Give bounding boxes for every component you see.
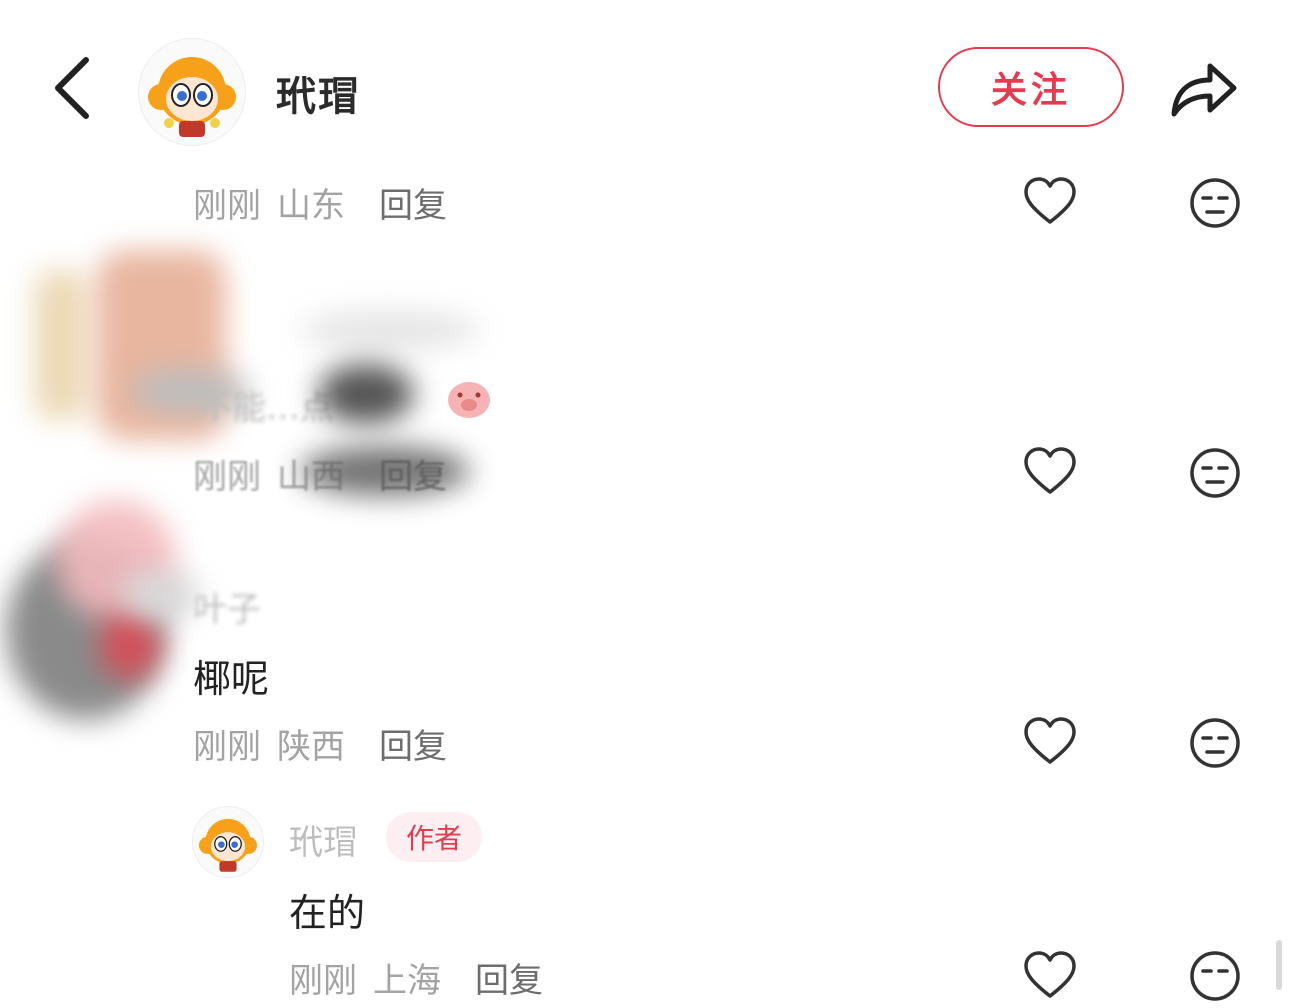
comment-time: 刚刚 bbox=[193, 186, 261, 226]
heart-icon bbox=[1024, 447, 1076, 494]
reply-time: 刚刚 bbox=[289, 961, 357, 1001]
reply-avatar[interactable] bbox=[192, 806, 264, 878]
scrollbar[interactable] bbox=[1276, 940, 1282, 990]
comment-meta: 刚刚 山东 回复 bbox=[193, 178, 447, 227]
dislike-face-icon bbox=[1190, 951, 1240, 1001]
heart-icon bbox=[1024, 951, 1076, 998]
reply-button[interactable]: 回复 bbox=[379, 719, 447, 768]
back-icon bbox=[55, 57, 89, 119]
share-button[interactable] bbox=[1166, 54, 1240, 122]
author-name[interactable]: 玳瑁 bbox=[276, 64, 360, 122]
comment-text: 椰呢 bbox=[193, 657, 270, 701]
pig-emoji-icon bbox=[446, 378, 492, 420]
dislike-button[interactable] bbox=[1187, 175, 1243, 231]
dislike-button[interactable] bbox=[1187, 715, 1243, 771]
redacted-name-blur bbox=[120, 570, 200, 620]
redacted-text-blur bbox=[300, 446, 470, 496]
dislike-face-icon bbox=[1190, 448, 1240, 498]
dislike-button[interactable] bbox=[1187, 948, 1243, 1004]
redacted-avatar-blur bbox=[34, 270, 88, 420]
author-avatar[interactable] bbox=[138, 38, 246, 146]
avatar-cartoon-icon bbox=[148, 57, 236, 137]
reply-button[interactable]: 回复 bbox=[475, 953, 543, 1002]
heart-icon bbox=[1024, 717, 1076, 764]
dislike-button[interactable] bbox=[1187, 445, 1243, 501]
back-button[interactable] bbox=[44, 52, 104, 124]
reply-text: 在的 bbox=[289, 891, 366, 935]
like-button[interactable] bbox=[1022, 714, 1078, 770]
redacted-text-blur bbox=[318, 364, 414, 424]
author-badge: 作者 bbox=[386, 812, 482, 862]
comment-location: 陕西 bbox=[277, 727, 345, 767]
like-button[interactable] bbox=[1022, 948, 1078, 1004]
heart-icon bbox=[1024, 177, 1076, 224]
redacted-avatar-blur bbox=[100, 610, 160, 680]
avatar-cartoon-icon bbox=[198, 818, 258, 872]
redacted-text-blur bbox=[130, 368, 250, 414]
reply-location: 上海 bbox=[373, 961, 441, 1001]
comment-time: 刚刚 bbox=[193, 457, 261, 497]
comment-time: 刚刚 bbox=[193, 727, 261, 767]
redacted-name-blur bbox=[300, 310, 480, 350]
follow-button[interactable]: 关注 bbox=[938, 47, 1124, 127]
comment-meta: 刚刚 陕西 回复 bbox=[193, 719, 447, 768]
reply-button[interactable]: 回复 bbox=[379, 178, 447, 227]
comment-location: 山东 bbox=[277, 186, 345, 226]
reply-commenter-name[interactable]: 玳瑁 bbox=[289, 815, 357, 864]
dislike-face-icon bbox=[1190, 178, 1240, 228]
like-button[interactable] bbox=[1022, 174, 1078, 230]
share-icon bbox=[1171, 63, 1237, 117]
dislike-face-icon bbox=[1190, 718, 1240, 768]
reply-meta: 刚刚 上海 回复 bbox=[289, 953, 543, 1002]
commenter-name[interactable]: 叶子 bbox=[193, 582, 261, 631]
like-button[interactable] bbox=[1022, 444, 1078, 500]
